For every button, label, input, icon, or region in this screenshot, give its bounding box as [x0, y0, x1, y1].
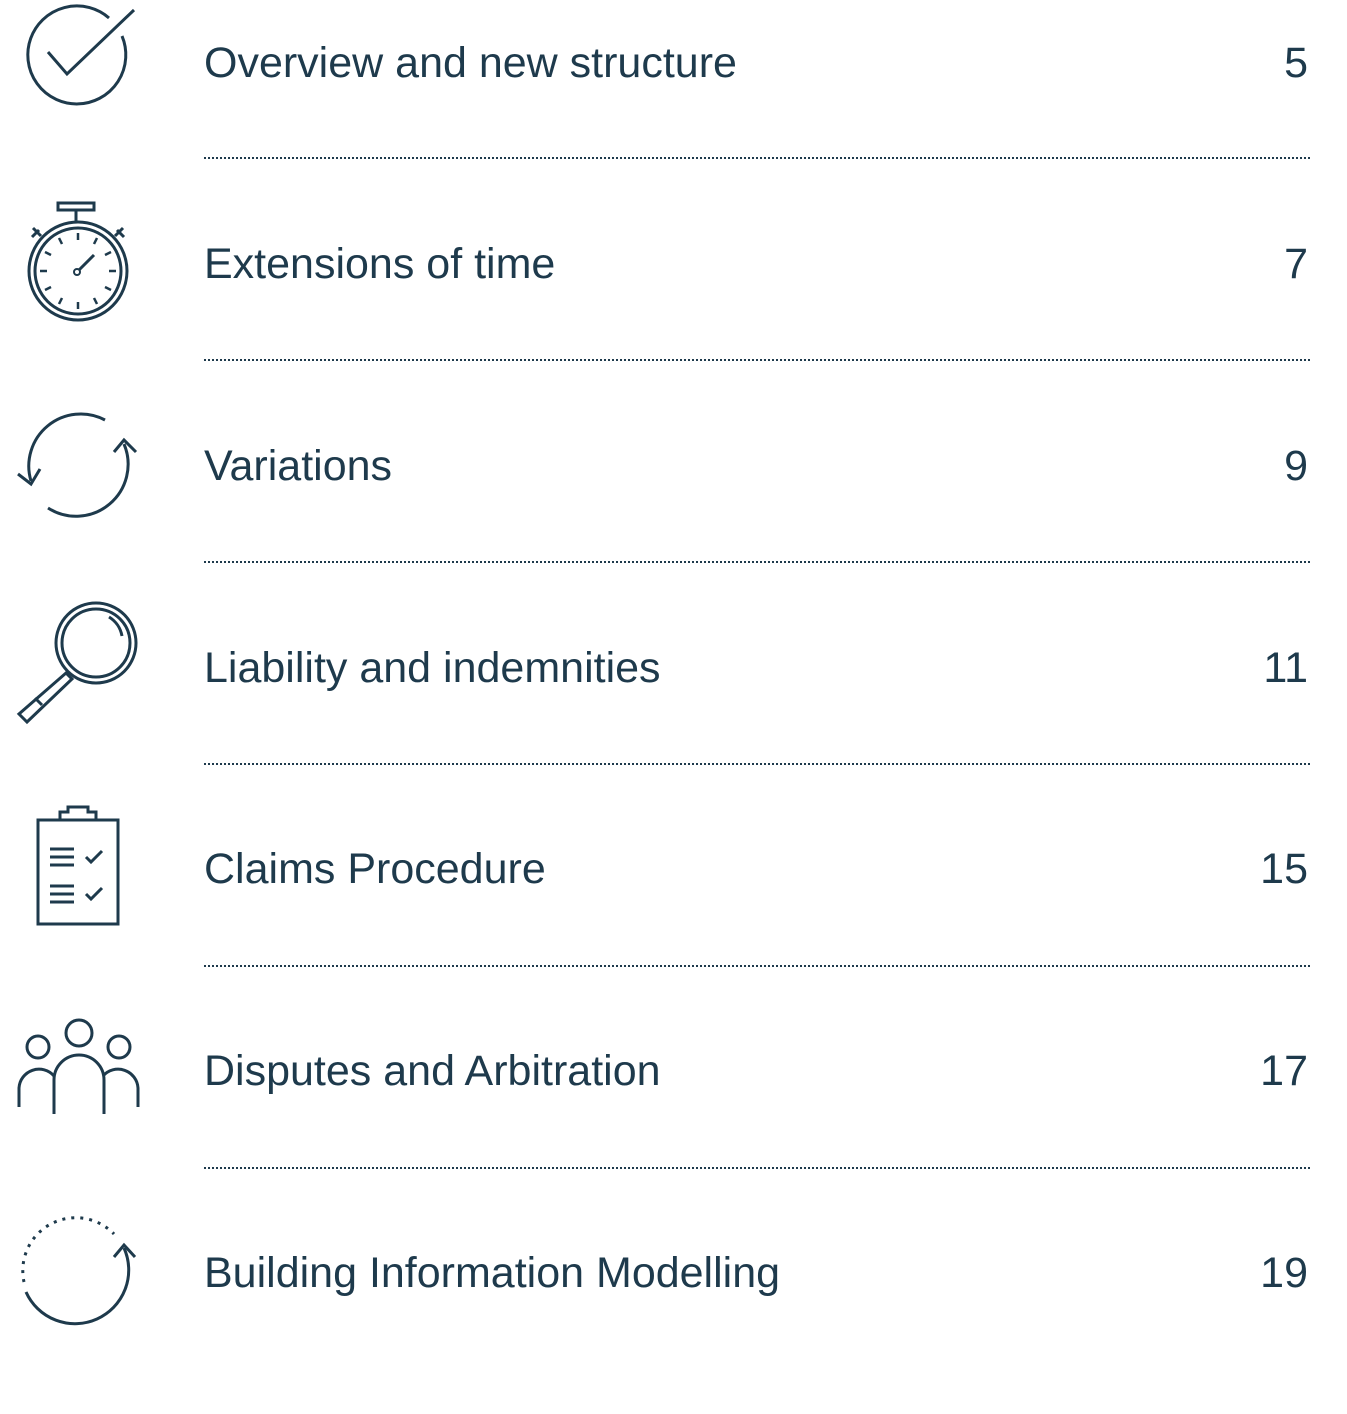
clipboard-checklist-icon: [14, 805, 144, 936]
toc-item-bim[interactable]: Building Information Modelling 19: [0, 1212, 1347, 1414]
toc-item-page-number: 11: [1263, 644, 1308, 692]
dotted-divider: [204, 1167, 1310, 1169]
dotted-divider: [204, 561, 1310, 563]
toc-item-title: Extensions of time: [204, 240, 556, 288]
dotted-divider: [204, 157, 1310, 159]
toc-item-title: Overview and new structure: [204, 39, 737, 87]
toc-item-liability[interactable]: Liability and indemnities 11: [0, 601, 1347, 808]
magnifying-glass-icon: [14, 601, 144, 732]
toc-item-page-number: 19: [1260, 1249, 1308, 1297]
checkmark-circle-icon: [14, 0, 144, 130]
stopwatch-icon: [14, 201, 144, 332]
toc-item-extensions-of-time[interactable]: Extensions of time 7: [0, 201, 1347, 404]
toc-item-title: Building Information Modelling: [204, 1249, 781, 1297]
toc-item-title: Disputes and Arbitration: [204, 1047, 661, 1095]
toc-item-variations[interactable]: Variations 9: [0, 404, 1347, 606]
toc-item-page-number: 5: [1284, 39, 1308, 87]
people-group-icon: [14, 1010, 144, 1140]
toc-item-title: Variations: [204, 442, 393, 490]
toc-item-page-number: 15: [1260, 845, 1308, 893]
toc-item-title: Claims Procedure: [204, 845, 546, 893]
toc-item-disputes[interactable]: Disputes and Arbitration 17: [0, 1010, 1347, 1212]
toc-item-page-number: 7: [1284, 240, 1308, 288]
toc-item-page-number: 17: [1260, 1047, 1308, 1095]
dotted-divider: [204, 359, 1310, 361]
dotted-divider: [204, 965, 1310, 967]
toc-item-title: Liability and indemnities: [204, 644, 661, 692]
refresh-arrows-icon: [14, 404, 144, 534]
toc-item-claims-procedure[interactable]: Claims Procedure 15: [0, 805, 1347, 1010]
dotted-divider: [204, 763, 1310, 765]
dotted-cycle-icon: [14, 1212, 144, 1342]
toc-item-overview[interactable]: Overview and new structure 5: [0, 0, 1347, 202]
toc-item-page-number: 9: [1284, 442, 1308, 490]
table-of-contents: Overview and new structure 5 Extensions …: [0, 0, 1347, 1326]
